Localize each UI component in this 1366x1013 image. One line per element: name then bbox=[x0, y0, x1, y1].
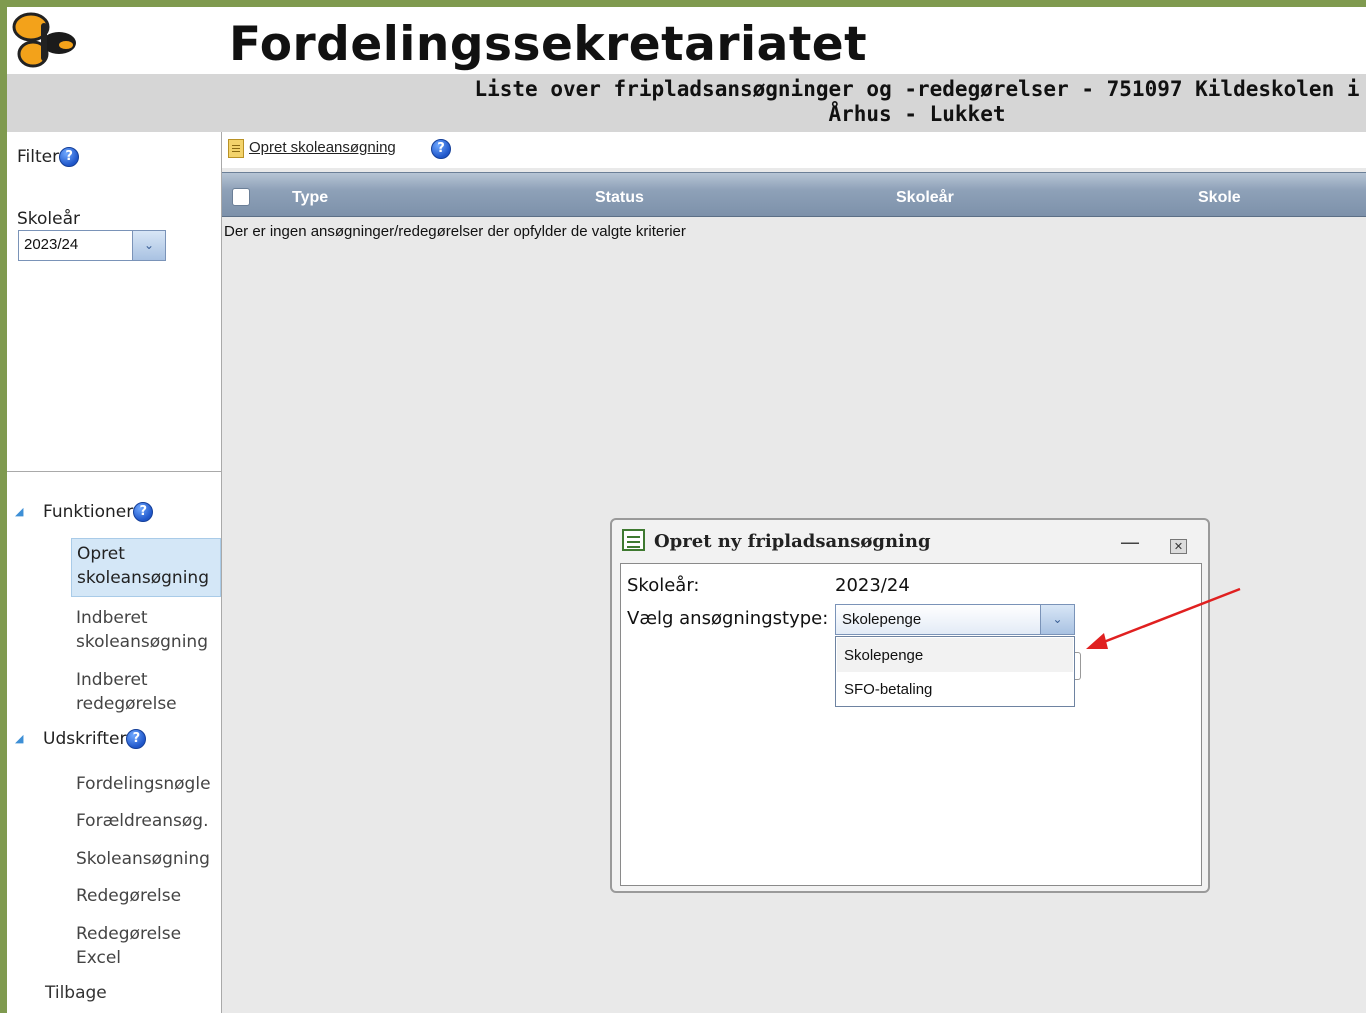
dialog-skolear-label: Skoleår: bbox=[627, 575, 700, 596]
skolear-select-value: 2023/24 bbox=[24, 236, 79, 253]
nav-item-opret-skoleansogning[interactable]: Opret skoleansøgning bbox=[71, 538, 221, 597]
page-header-bar: Liste over fripladsansøgninger og -redeg… bbox=[7, 74, 1366, 132]
help-icon[interactable]: ? bbox=[133, 502, 154, 522]
filter-panel: Filter? Skoleår 2023/24 ⌄ bbox=[7, 132, 221, 472]
column-header-status[interactable]: Status bbox=[595, 189, 644, 207]
document-icon bbox=[228, 139, 244, 158]
section-funktioner[interactable]: ◢ Funktioner? bbox=[15, 502, 154, 522]
page-subtitle: Liste over fripladsansøgninger og -redeg… bbox=[474, 77, 1360, 126]
column-header-skolear[interactable]: Skoleår bbox=[896, 189, 954, 207]
expand-triangle-icon: ◢ bbox=[15, 732, 24, 745]
hidden-control-edge bbox=[1075, 652, 1081, 680]
section-label-funktioner: Funktioner bbox=[43, 502, 134, 522]
dropdown-option-skolepenge[interactable]: Skolepenge bbox=[837, 638, 1073, 672]
skolear-select[interactable]: 2023/24 ⌄ bbox=[18, 230, 166, 261]
section-udskrifter[interactable]: ◢ Udskrifter? bbox=[15, 729, 147, 749]
create-application-dialog: Opret ny fripladsansøgning — ✕ Skoleår: … bbox=[610, 518, 1210, 893]
nav-item-redegorelse[interactable]: Redegørelse bbox=[71, 881, 221, 911]
app-title: Fordelingssekretariatet bbox=[229, 17, 868, 72]
column-header-skole[interactable]: Skole bbox=[1198, 189, 1241, 207]
select-all-checkbox[interactable] bbox=[232, 188, 250, 206]
application-type-dropdown: Skolepenge SFO-betaling bbox=[835, 636, 1075, 707]
nav-item-redegorelse-excel[interactable]: Redegørelse Excel bbox=[71, 919, 221, 973]
nav-item-indberet-redegorelse[interactable]: Indberet redegørelse bbox=[71, 665, 221, 719]
form-icon bbox=[622, 529, 645, 551]
nav-item-fordelingsnogle[interactable]: Fordelingsnøgle bbox=[71, 769, 221, 799]
nav-item-foraeldreansog[interactable]: Forældreansøg. bbox=[71, 806, 221, 836]
empty-grid-message: Der er ingen ansøgninger/redegørelser de… bbox=[224, 223, 686, 240]
chevron-down-icon[interactable]: ⌄ bbox=[132, 231, 165, 260]
column-header-type[interactable]: Type bbox=[292, 189, 328, 207]
nav-item-skoleansogning[interactable]: Skoleansøgning bbox=[71, 844, 221, 874]
nav-item-indberet-skoleansogning[interactable]: Indberet skoleansøgning bbox=[71, 603, 221, 657]
application-type-select[interactable]: Skolepenge ⌄ bbox=[835, 604, 1075, 635]
grid-header: Type Status Skoleår Skole bbox=[222, 172, 1366, 217]
skolear-label: Skoleår bbox=[17, 209, 81, 229]
app-window: Fordelingssekretariatet Liste over fripl… bbox=[7, 7, 1366, 1013]
nav-back-link[interactable]: Tilbage bbox=[45, 983, 107, 1003]
chevron-down-icon[interactable]: ⌄ bbox=[1040, 605, 1074, 634]
application-type-label: Vælg ansøgningstype: bbox=[627, 608, 829, 629]
section-label-udskrifter: Udskrifter bbox=[43, 729, 127, 749]
dropdown-option-sfo-betaling[interactable]: SFO-betaling bbox=[837, 672, 1073, 706]
help-icon[interactable]: ? bbox=[126, 729, 147, 749]
annotation-arrow-icon bbox=[1086, 587, 1241, 649]
create-application-link[interactable]: Opret skoleansøgning bbox=[249, 139, 396, 156]
toolbar: Opret skoleansøgning ? bbox=[222, 132, 1366, 168]
application-type-value: Skolepenge bbox=[842, 611, 922, 628]
header: Fordelingssekretariatet bbox=[7, 7, 1366, 74]
dialog-title: Opret ny fripladsansøgning bbox=[654, 531, 931, 552]
filter-heading: Filter? bbox=[17, 147, 80, 167]
expand-triangle-icon: ◢ bbox=[15, 505, 24, 518]
close-icon[interactable]: ✕ bbox=[1170, 539, 1187, 554]
help-icon[interactable]: ? bbox=[59, 147, 80, 167]
help-icon[interactable]: ? bbox=[431, 139, 451, 159]
butterfly-logo-icon bbox=[12, 12, 76, 68]
filter-label: Filter bbox=[17, 147, 60, 167]
sidebar: Filter? Skoleår 2023/24 ⌄ ◢ Funktioner? O… bbox=[7, 132, 222, 1013]
dialog-skolear-value: 2023/24 bbox=[835, 575, 910, 596]
minimize-icon[interactable]: — bbox=[1120, 530, 1140, 554]
